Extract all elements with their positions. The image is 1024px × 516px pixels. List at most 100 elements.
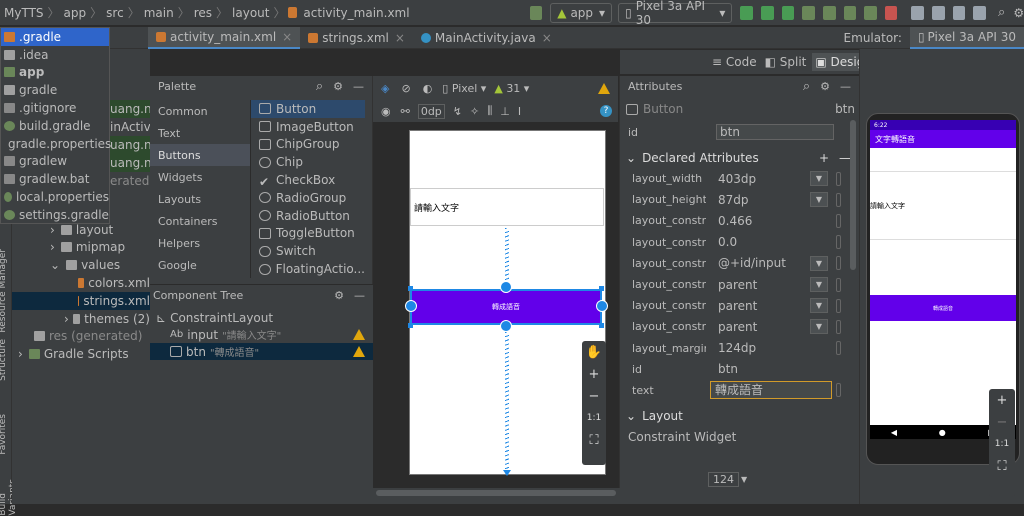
tab-main-activity[interactable]: MainActivity.java × xyxy=(413,27,560,49)
emulator-zoom-in[interactable]: + xyxy=(989,389,1015,411)
default-margin-select[interactable]: 0dp xyxy=(417,103,445,119)
clear-constraints-icon[interactable]: ↯ xyxy=(453,105,462,118)
popup-item-gradlew[interactable]: gradlew xyxy=(1,153,109,171)
close-icon[interactable]: × xyxy=(395,31,405,45)
debug-icon[interactable] xyxy=(802,5,815,20)
close-icon[interactable]: × xyxy=(282,30,292,44)
sync-gradle-icon[interactable] xyxy=(911,5,925,20)
minimize-icon[interactable]: — xyxy=(353,80,364,93)
tree-item-values[interactable]: ⌄ values xyxy=(12,256,150,274)
margin-select[interactable]: 124 ▼ xyxy=(708,472,747,487)
canvas-horizontal-scrollbar[interactable] xyxy=(376,490,616,496)
warning-icon[interactable] xyxy=(353,346,365,357)
attr-value[interactable]: parent xyxy=(718,278,757,292)
emulator-input[interactable]: 請輸入文字 xyxy=(870,171,1016,240)
emulator-device-tab[interactable]: ▯ Pixel 3a API 30 xyxy=(909,26,1024,49)
tree-item-truncated[interactable]: inActiv xyxy=(110,118,151,136)
minimize-icon[interactable]: — xyxy=(840,80,851,93)
palette-category[interactable]: Text xyxy=(150,122,250,144)
palette-category[interactable]: Widgets xyxy=(150,166,250,188)
guidelines-icon[interactable]: I xyxy=(518,105,521,118)
structure-tab[interactable]: Structure xyxy=(0,339,8,381)
tree-item-themes[interactable]: › themes (2) xyxy=(12,310,150,328)
breadcrumb-res[interactable]: res xyxy=(190,6,216,20)
gear-icon[interactable]: ⚙ xyxy=(333,80,343,93)
id-input[interactable]: btn xyxy=(716,124,834,140)
popup-item-gitignore[interactable]: .gitignore xyxy=(1,99,109,117)
resize-handle[interactable] xyxy=(599,286,604,291)
gear-icon[interactable]: ⚙ xyxy=(334,289,344,302)
resize-handle[interactable] xyxy=(408,323,413,328)
resource-manager-tab[interactable]: Resource Manager xyxy=(0,249,8,333)
sdk-manager-icon[interactable] xyxy=(952,5,966,20)
device-select[interactable]: ▯ Pixel ▾ xyxy=(442,82,486,95)
breadcrumb-layout[interactable]: layout xyxy=(228,6,273,20)
tree-item-mipmap[interactable]: › mipmap xyxy=(12,239,150,257)
popup-item-gradle-folder[interactable]: gradle xyxy=(1,81,109,99)
autoconnect-icon[interactable]: ⚯ xyxy=(401,105,410,118)
api-select[interactable]: ▲ 31 ▾ xyxy=(494,82,529,95)
gear-icon[interactable]: ⚙ xyxy=(820,80,830,93)
palette-item[interactable]: ✔ CheckBox xyxy=(251,171,365,189)
favorites-tab[interactable]: Favorites xyxy=(0,414,8,455)
palette-category[interactable]: Containers xyxy=(150,210,250,232)
tree-node-constraintlayout[interactable]: ⊾ ConstraintLayout xyxy=(150,309,373,326)
constraint-handle-right[interactable] xyxy=(596,300,608,312)
breadcrumb-app[interactable]: app xyxy=(60,6,91,20)
palette-item[interactable]: RadioGroup xyxy=(251,189,365,207)
attr-value[interactable]: @+id/input xyxy=(718,256,786,270)
minimize-icon[interactable]: — xyxy=(354,289,365,302)
chevron-down-icon[interactable]: ▼ xyxy=(810,298,828,314)
palette-item[interactable]: Switch xyxy=(251,242,365,260)
attr-value[interactable]: 87dp xyxy=(718,193,749,207)
view-mode-code[interactable]: ≡ Code xyxy=(712,55,757,69)
tree-node-btn[interactable]: btn "轉成語音" xyxy=(150,343,373,360)
attr-value[interactable]: 124dp xyxy=(718,341,756,355)
layout-inspector-icon[interactable] xyxy=(973,5,987,20)
resize-handle[interactable] xyxy=(599,323,604,328)
resource-picker-icon[interactable] xyxy=(836,256,841,271)
chevron-down-icon[interactable]: ▼ xyxy=(810,277,828,293)
resource-picker-icon[interactable] xyxy=(836,277,841,292)
text-attr-input[interactable]: 轉成語音 xyxy=(710,381,832,400)
palette-category[interactable]: Common xyxy=(150,100,250,122)
resize-handle[interactable] xyxy=(408,286,413,291)
tree-item-truncated[interactable]: uang.n xyxy=(110,100,152,118)
palette-item[interactable]: Chip xyxy=(251,153,365,171)
tree-item-truncated[interactable]: uang.n xyxy=(110,154,152,172)
run-icon[interactable] xyxy=(781,5,795,20)
breadcrumb-file[interactable]: activity_main.xml xyxy=(299,6,413,20)
chevron-down-icon[interactable]: ▼ xyxy=(810,171,828,187)
preview-input-field[interactable]: 請輸入文字 xyxy=(410,188,604,226)
resource-picker-icon[interactable] xyxy=(836,319,841,334)
resource-picker-icon[interactable] xyxy=(836,383,841,398)
tree-item-res-generated[interactable]: res (generated) xyxy=(12,328,150,346)
attr-value[interactable]: parent xyxy=(718,299,757,313)
constraint-handle-bottom[interactable] xyxy=(500,320,512,332)
breadcrumb-main[interactable]: main xyxy=(140,6,178,20)
search-icon[interactable]: ⌕ xyxy=(998,5,1005,20)
device-manager-icon[interactable] xyxy=(932,5,945,20)
search-icon[interactable]: ⌕ xyxy=(316,79,323,94)
fit-screen-icon[interactable]: ⛶ xyxy=(989,455,1015,477)
popup-item-idea[interactable]: .idea xyxy=(1,46,109,64)
attr-value[interactable]: 403dp xyxy=(718,172,756,186)
declared-attributes-section[interactable]: ⌄ Declared Attributes + — xyxy=(620,147,859,168)
layers-icon[interactable]: ◈ xyxy=(381,82,389,95)
resource-picker-icon[interactable] xyxy=(836,341,841,356)
popup-item-build-gradle[interactable]: build.gradle xyxy=(1,117,109,135)
run-config-select[interactable]: ▲ app ▾ xyxy=(550,2,613,23)
infer-constraints-icon[interactable]: ✧ xyxy=(470,105,479,118)
palette-category[interactable]: Google xyxy=(150,254,250,276)
chevron-down-icon[interactable]: ▼ xyxy=(810,319,828,335)
palette-item[interactable]: ChipGroup xyxy=(251,136,365,154)
align-icon[interactable]: ⊥ xyxy=(500,105,510,118)
close-icon[interactable]: × xyxy=(542,31,552,45)
tab-activity-main[interactable]: activity_main.xml × xyxy=(148,26,301,49)
popup-item-gradle-properties[interactable]: gradle.properties xyxy=(1,135,111,153)
palette-category[interactable]: Buttons xyxy=(150,144,250,166)
settings-gear-icon[interactable]: ⚙ xyxy=(1013,6,1024,20)
emulator-zoom-actual[interactable]: 1:1 xyxy=(989,433,1015,455)
popup-item-app[interactable]: app xyxy=(1,64,109,82)
zoom-actual-button[interactable]: 1:1 xyxy=(582,407,606,429)
